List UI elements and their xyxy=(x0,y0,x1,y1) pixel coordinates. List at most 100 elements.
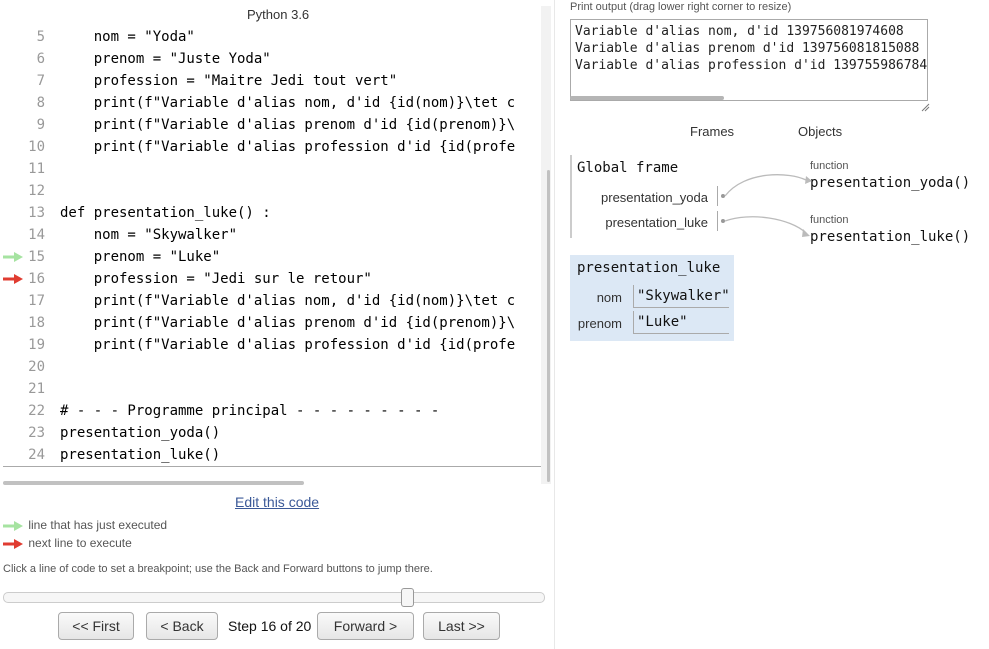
line-number[interactable]: 21 xyxy=(3,378,45,400)
line-number[interactable]: 12 xyxy=(3,180,45,202)
line-number[interactable]: 6 xyxy=(3,48,45,70)
line-number[interactable]: 22 xyxy=(3,400,45,422)
pointer-cell-yoda xyxy=(717,186,718,206)
local-value-nom: "Skywalker" xyxy=(633,285,730,308)
code-line[interactable]: 18 print(f"Variable d'alias prenom d'id … xyxy=(3,312,541,334)
line-number[interactable]: 7 xyxy=(3,70,45,92)
pointer-cell-luke xyxy=(717,211,718,231)
line-number[interactable]: 10 xyxy=(3,136,45,158)
code-text: print(f"Variable d'alias profession d'id… xyxy=(60,337,516,353)
output-line: Variable d'alias prenom d'id 13975608181… xyxy=(575,41,920,56)
code-line[interactable]: 20 xyxy=(3,356,541,378)
object-presentation-yoda: presentation_yoda() xyxy=(810,175,971,191)
object-presentation-luke: presentation_luke() xyxy=(810,229,971,245)
code-text: prenom = "Juste Yoda" xyxy=(60,51,271,67)
first-button[interactable]: << First xyxy=(58,612,134,640)
forward-button[interactable]: Forward > xyxy=(317,612,414,640)
code-line[interactable]: 23 presentation_yoda() xyxy=(3,422,541,444)
frames-header: Frames xyxy=(690,124,735,139)
code-text: prenom = "Luke" xyxy=(60,249,221,265)
code-line[interactable]: 5 nom = "Yoda" xyxy=(3,26,541,48)
code-line[interactable]: 12 xyxy=(3,180,541,202)
print-output-title: Print output (drag lower right corner to… xyxy=(570,1,792,13)
green-arrow-icon xyxy=(3,520,23,531)
output-horizontal-scroll-thumb[interactable] xyxy=(570,96,724,100)
line-number[interactable]: 5 xyxy=(3,26,45,48)
red-arrow-icon xyxy=(3,538,23,549)
global-var-presentation-yoda: presentation_yoda xyxy=(601,190,708,205)
line-number[interactable]: 15 xyxy=(3,246,45,268)
code-line[interactable]: 16 profession = "Jedi sur le retour" xyxy=(3,268,541,290)
objects-header: Objects xyxy=(798,124,843,139)
back-button[interactable]: < Back xyxy=(146,612,218,640)
code-text: print(f"Variable d'alias profession d'id… xyxy=(60,139,516,155)
legend-next-label: next line to execute xyxy=(28,536,132,550)
legend-next: next line to execute xyxy=(3,535,132,551)
step-slider[interactable] xyxy=(3,592,545,603)
code-line[interactable]: 17 print(f"Variable d'alias nom, d'id {i… xyxy=(3,290,541,312)
code-line[interactable]: 15 prenom = "Luke" xyxy=(3,246,541,268)
step-counter: Step 16 of 20 xyxy=(228,618,312,634)
line-number[interactable]: 16 xyxy=(3,268,45,290)
code-line[interactable]: 22 # - - - Programme principal - - - - - … xyxy=(3,400,541,422)
pointer-dot-luke xyxy=(721,219,725,223)
code-text: profession = "Maitre Jedi tout vert" xyxy=(60,73,398,89)
legend-executed: line that has just executed xyxy=(3,517,167,533)
object-kind-yoda: function xyxy=(810,160,849,172)
panel-divider xyxy=(554,0,555,649)
local-value-prenom: "Luke" xyxy=(633,311,729,334)
code-line[interactable]: 6 prenom = "Juste Yoda" xyxy=(3,48,541,70)
code-line[interactable]: 7 profession = "Maitre Jedi tout vert" xyxy=(3,70,541,92)
line-number[interactable]: 20 xyxy=(3,356,45,378)
code-vertical-scroll-thumb[interactable] xyxy=(547,170,550,482)
code-line[interactable]: 13 def presentation_luke() : xyxy=(3,202,541,224)
code-line[interactable]: 8 print(f"Variable d'alias nom, d'id {id… xyxy=(3,92,541,114)
code-line[interactable]: 21 xyxy=(3,378,541,400)
line-number[interactable]: 8 xyxy=(3,92,45,114)
code-horizontal-scroll-thumb[interactable] xyxy=(3,481,304,485)
last-button[interactable]: Last >> xyxy=(423,612,500,640)
pointer-dot-yoda xyxy=(721,194,725,198)
output-line: Variable d'alias nom, d'id 1397560819746… xyxy=(575,24,904,39)
line-number[interactable]: 23 xyxy=(3,422,45,444)
code-line[interactable]: 14 nom = "Skywalker" xyxy=(3,224,541,246)
line-number[interactable]: 9 xyxy=(3,114,45,136)
code-line[interactable]: 19 print(f"Variable d'alias profession d… xyxy=(3,334,541,356)
step-slider-handle[interactable] xyxy=(401,588,414,607)
code-text: def presentation_luke() : xyxy=(60,205,271,221)
code-text: profession = "Jedi sur le retour" xyxy=(60,271,372,287)
code-text: print(f"Variable d'alias prenom d'id {id… xyxy=(60,315,516,331)
line-number[interactable]: 18 xyxy=(3,312,45,334)
arrow-luke xyxy=(724,216,807,234)
resize-grip-icon[interactable] xyxy=(920,102,930,112)
line-number[interactable]: 11 xyxy=(3,158,45,180)
global-frame-title: Global frame xyxy=(577,160,679,176)
line-number[interactable]: 19 xyxy=(3,334,45,356)
arrowhead-luke xyxy=(802,229,810,237)
line-number[interactable]: 24 xyxy=(3,444,45,466)
language-label: Python 3.6 xyxy=(247,7,310,22)
local-var-prenom: prenom xyxy=(577,316,622,331)
legend-executed-label: line that has just executed xyxy=(28,518,168,532)
line-number[interactable]: 14 xyxy=(3,224,45,246)
code-line[interactable]: 11 xyxy=(3,158,541,180)
code-line[interactable]: 10 print(f"Variable d'alias profession d… xyxy=(3,136,541,158)
line-number[interactable]: 13 xyxy=(3,202,45,224)
code-text: # - - - Programme principal - - - - - - … xyxy=(60,403,440,419)
code-text: print(f"Variable d'alias prenom d'id {id… xyxy=(60,117,516,133)
local-frame-presentation-luke: presentation_luke nom "Skywalker" prenom… xyxy=(570,255,734,341)
local-frame-title: presentation_luke xyxy=(577,260,721,276)
print-output-box[interactable]: Variable d'alias nom, d'id 1397560819746… xyxy=(570,19,928,101)
code-text: print(f"Variable d'alias nom, d'id {id(n… xyxy=(60,293,516,309)
code-text: nom = "Yoda" xyxy=(60,29,195,45)
output-line: Variable d'alias profession d'id 1397559… xyxy=(575,58,928,73)
code-text: presentation_luke() xyxy=(60,447,221,463)
global-var-presentation-luke: presentation_luke xyxy=(605,215,708,230)
line-number[interactable]: 17 xyxy=(3,290,45,312)
code-line[interactable]: 24 presentation_luke() xyxy=(3,444,541,466)
code-bottom-border xyxy=(3,466,541,467)
code-text: nom = "Skywalker" xyxy=(60,227,238,243)
edit-code-link[interactable]: Edit this code xyxy=(235,494,319,510)
code-line[interactable]: 9 print(f"Variable d'alias prenom d'id {… xyxy=(3,114,541,136)
code-text: print(f"Variable d'alias nom, d'id {id(n… xyxy=(60,95,516,111)
